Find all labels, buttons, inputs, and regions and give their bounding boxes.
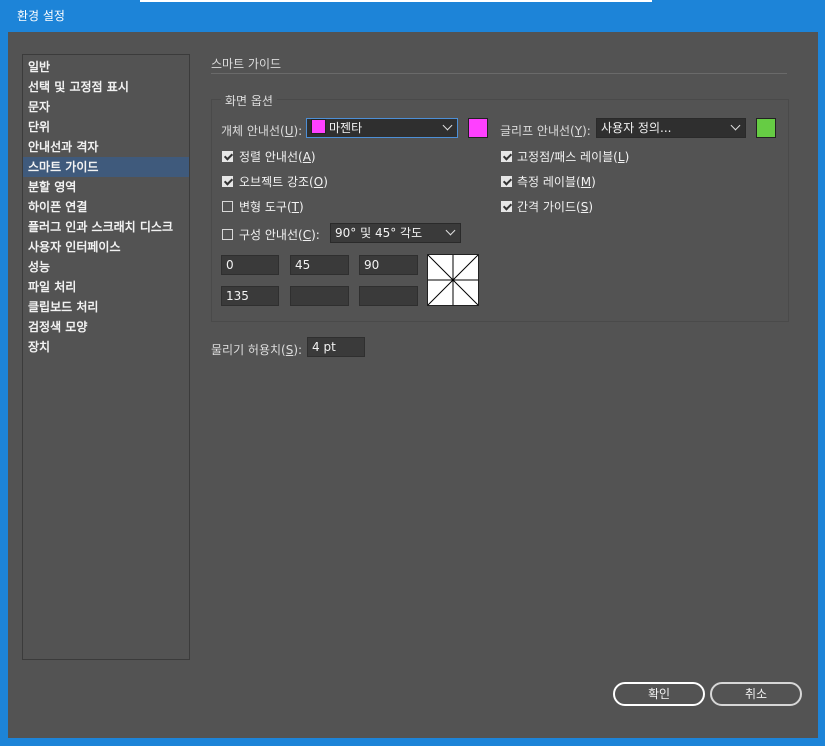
category-list[interactable]: 일반 선택 및 고정점 표시 문자 단위 안내선과 격자 스마트 가이드 분할 … [22, 54, 190, 660]
angle-field-5[interactable] [290, 286, 349, 306]
angle-field-3[interactable]: 90 [359, 255, 418, 275]
measurement-labels-label: 측정 레이블(M) [517, 175, 596, 189]
group-title: 화면 옵션 [221, 92, 277, 109]
construction-guides-checkbox[interactable] [222, 229, 233, 240]
spacing-guides-checkbox[interactable] [501, 201, 512, 212]
angle-field-4[interactable]: 135 [221, 286, 279, 306]
object-guides-label: 개체 안내선(U): [221, 124, 303, 138]
construction-angles-dropdown[interactable]: 90° 및 45° 각도 [330, 223, 461, 243]
angle-field-2[interactable]: 45 [290, 255, 349, 275]
angle-field-6[interactable] [359, 286, 418, 306]
dialog-body: 일반 선택 및 고정점 표시 문자 단위 안내선과 격자 스마트 가이드 분할 … [8, 32, 818, 738]
section-divider [211, 73, 787, 74]
snapping-tolerance-label: 물리기 허용치(S): [211, 343, 303, 357]
glyph-guides-label: 글리프 안내선(Y): [500, 124, 591, 138]
sidebar-item-selection-anchor[interactable]: 선택 및 고정점 표시 [23, 77, 189, 97]
sidebar-item-type[interactable]: 문자 [23, 97, 189, 117]
magenta-swatch-icon [311, 119, 326, 134]
object-guides-dropdown[interactable]: 마젠타 [306, 118, 458, 138]
snapping-tolerance-input[interactable]: 4 pt [307, 337, 365, 357]
sidebar-item-plugins[interactable]: 플러그 인과 스크래치 디스크 [23, 217, 189, 237]
construction-guides-label: 구성 안내선(C): [239, 228, 320, 242]
object-highlighting-label: 오브젝트 강조(O) [239, 175, 328, 189]
object-highlighting-checkbox[interactable] [222, 176, 233, 187]
anchor-path-labels-checkbox[interactable] [501, 151, 512, 162]
glyph-guides-color-swatch[interactable] [756, 118, 776, 138]
anchor-path-labels-label: 고정점/패스 레이블(L) [517, 150, 630, 164]
window-title: 환경 설정 [17, 9, 65, 23]
sidebar-item-guides-grid[interactable]: 안내선과 격자 [23, 137, 189, 157]
measurement-labels-checkbox[interactable] [501, 176, 512, 187]
alignment-guides-checkbox[interactable] [222, 151, 233, 162]
sidebar-item-general[interactable]: 일반 [23, 57, 189, 77]
transform-tools-checkbox[interactable] [222, 201, 233, 212]
sidebar-item-devices[interactable]: 장치 [23, 337, 189, 357]
sidebar-item-black-appearance[interactable]: 검정색 모양 [23, 317, 189, 337]
angle-field-1[interactable]: 0 [221, 255, 279, 275]
sidebar-item-smart-guides[interactable]: 스마트 가이드 [23, 157, 189, 177]
sidebar-item-slices[interactable]: 분할 영역 [23, 177, 189, 197]
chevron-down-icon [442, 120, 453, 131]
section-title: 스마트 가이드 [211, 57, 282, 71]
sidebar-item-clipboard[interactable]: 클립보드 처리 [23, 297, 189, 317]
chevron-down-icon [445, 225, 456, 236]
chevron-down-icon [730, 120, 741, 131]
title-accent-line [140, 0, 652, 2]
glyph-guides-dropdown[interactable]: 사용자 정의... [596, 118, 746, 138]
sidebar-item-performance[interactable]: 성능 [23, 257, 189, 277]
sidebar-item-file-handling[interactable]: 파일 처리 [23, 277, 189, 297]
object-guides-color-swatch[interactable] [468, 118, 488, 138]
alignment-guides-label: 정렬 안내선(A) [239, 150, 316, 164]
title-bar: 환경 설정 [0, 0, 825, 32]
transform-tools-label: 변형 도구(T) [239, 200, 304, 214]
sidebar-item-hyphenation[interactable]: 하이픈 연결 [23, 197, 189, 217]
cancel-button[interactable]: 취소 [710, 682, 802, 706]
angle-preview-icon [427, 254, 479, 306]
ok-button[interactable]: 확인 [613, 682, 705, 706]
spacing-guides-label: 간격 가이드(S) [517, 200, 594, 214]
sidebar-item-units[interactable]: 단위 [23, 117, 189, 137]
sidebar-item-user-interface[interactable]: 사용자 인터페이스 [23, 237, 189, 257]
